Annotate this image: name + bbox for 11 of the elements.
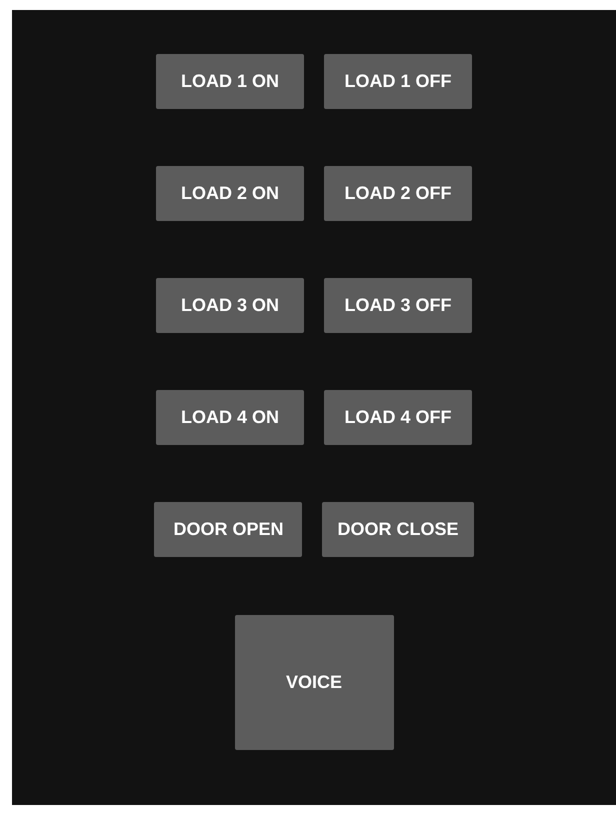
control-button[interactable]: LOAD 3 OFF — [324, 278, 472, 333]
control-button[interactable]: LOAD 4 ON — [156, 390, 304, 445]
control-button[interactable]: LOAD 2 ON — [156, 166, 304, 221]
control-button[interactable]: LOAD 1 ON — [156, 54, 304, 109]
control-button[interactable]: DOOR CLOSE — [322, 502, 474, 557]
control-button[interactable]: DOOR OPEN — [154, 502, 302, 557]
control-button[interactable]: LOAD 4 OFF — [324, 390, 472, 445]
control-button[interactable]: LOAD 2 OFF — [324, 166, 472, 221]
control-button[interactable]: LOAD 1 OFF — [324, 54, 472, 109]
control-button[interactable]: LOAD 3 ON — [156, 278, 304, 333]
voice-button[interactable]: VOICE — [234, 615, 394, 750]
